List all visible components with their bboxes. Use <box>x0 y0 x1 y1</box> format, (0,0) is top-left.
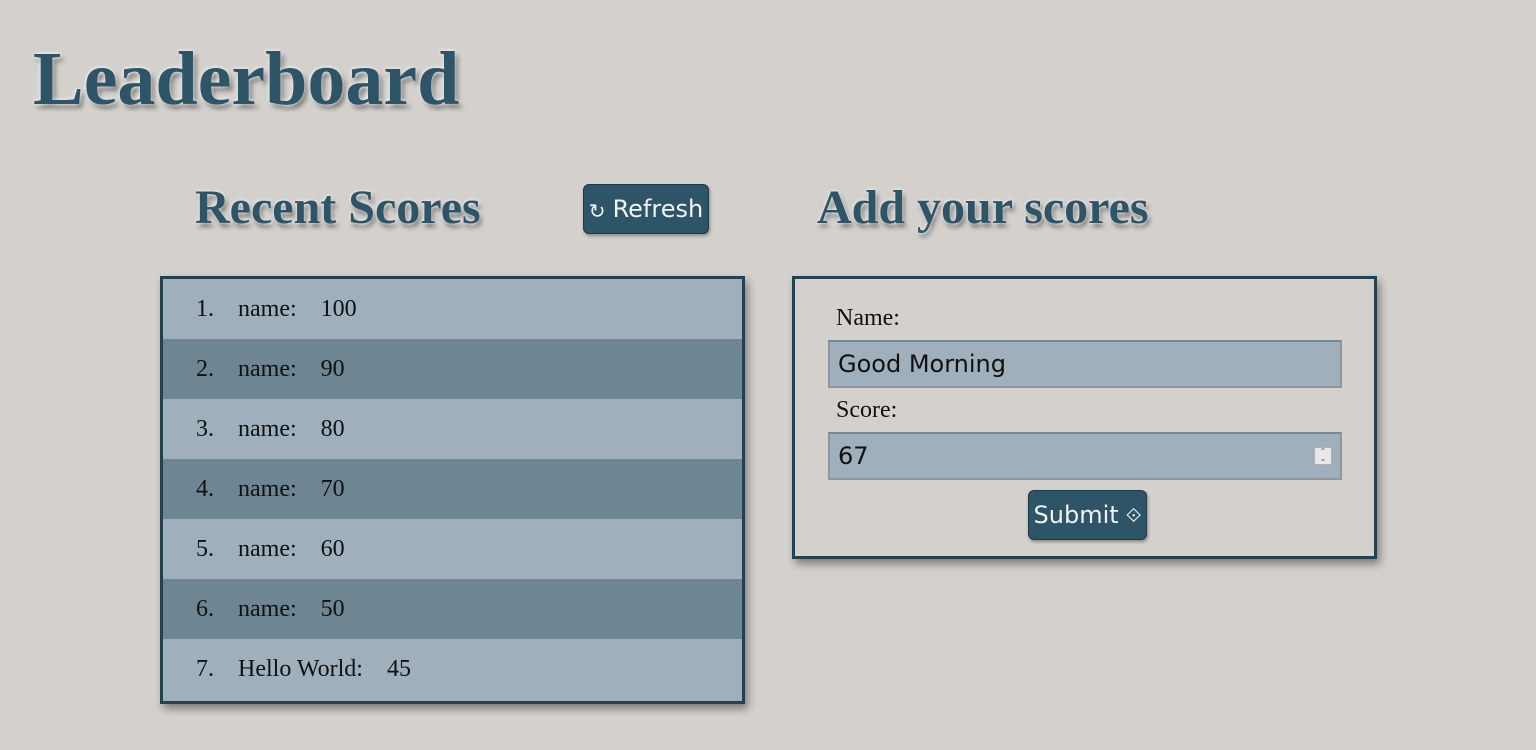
refresh-icon: ↻ <box>588 198 606 223</box>
score-rank: 7. <box>196 655 214 682</box>
score-rank: 3. <box>196 415 214 442</box>
score-list: 1. name: 100 2. name: 90 3. name: 80 4. … <box>160 276 745 704</box>
score-row: 2. name: 90 <box>163 339 742 399</box>
score-player-name: Hello World: <box>238 655 363 682</box>
name-input-value: Good Morning <box>838 350 1006 378</box>
score-row: 6. name: 50 <box>163 579 742 639</box>
score-input-value: 67 <box>838 442 869 470</box>
submit-button[interactable]: Submit ⟐ <box>1028 490 1147 540</box>
score-row: 1. name: 100 <box>163 279 742 339</box>
add-score-form: Name: Good Morning Score: 67 ⌃ ⌄ Submit … <box>792 276 1377 559</box>
score-rank: 5. <box>196 535 214 562</box>
score-row: 5. name: 60 <box>163 519 742 579</box>
score-value: 100 <box>320 295 357 322</box>
score-player-name: name: <box>238 595 297 622</box>
refresh-button[interactable]: ↻ Refresh <box>583 184 709 234</box>
name-label: Name: <box>836 305 900 331</box>
score-value: 50 <box>320 595 345 622</box>
score-input[interactable]: 67 ⌃ ⌄ <box>828 432 1342 480</box>
score-value: 90 <box>320 355 345 382</box>
score-player-name: name: <box>238 535 297 562</box>
score-value: 60 <box>320 535 345 562</box>
score-value: 70 <box>320 475 345 502</box>
add-scores-title: Add your scores <box>817 181 1149 234</box>
score-rank: 6. <box>196 595 214 622</box>
number-spinner[interactable]: ⌃ ⌄ <box>1314 447 1332 465</box>
recent-scores-title: Recent Scores <box>195 181 481 234</box>
score-row: 7. Hello World: 45 <box>163 639 742 699</box>
name-input[interactable]: Good Morning <box>828 340 1342 388</box>
score-rank: 4. <box>196 475 214 502</box>
refresh-label: Refresh <box>612 195 704 223</box>
score-player-name: name: <box>238 355 297 382</box>
spinner-down-icon[interactable]: ⌄ <box>1315 455 1331 463</box>
score-row: 4. name: 70 <box>163 459 742 519</box>
score-player-name: name: <box>238 475 297 502</box>
score-player-name: name: <box>238 415 297 442</box>
score-player-name: name: <box>238 295 297 322</box>
score-rank: 2. <box>196 355 214 382</box>
score-value: 80 <box>320 415 345 442</box>
submit-icon: ⟐ <box>1125 503 1142 527</box>
score-value: 45 <box>386 655 411 682</box>
submit-label: Submit <box>1033 501 1119 529</box>
score-label: Score: <box>836 397 898 423</box>
page-title: Leaderboard <box>33 37 460 121</box>
score-row: 3. name: 80 <box>163 399 742 459</box>
score-rank: 1. <box>196 295 214 322</box>
